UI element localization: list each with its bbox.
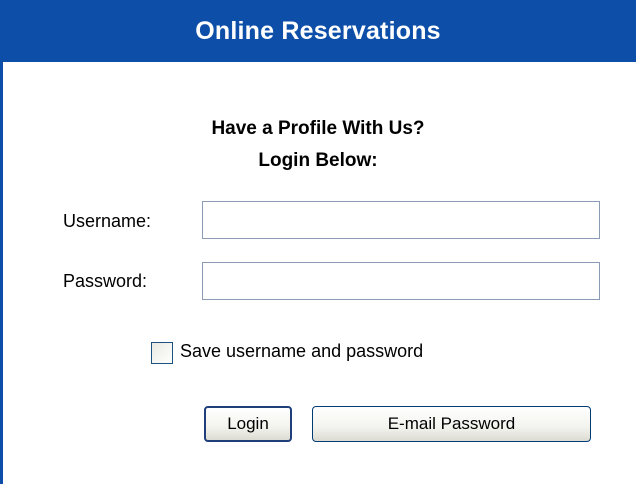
password-label: Password: xyxy=(63,271,148,291)
save-credentials-checkbox[interactable] xyxy=(151,342,173,364)
login-button[interactable]: Login xyxy=(204,406,292,442)
email-password-button[interactable]: E-mail Password xyxy=(312,406,591,442)
password-input[interactable] xyxy=(202,262,600,300)
login-prompt-heading: Have a Profile With Us? xyxy=(211,118,425,139)
page-title: Online Reservations xyxy=(195,16,441,45)
login-prompt-subheading: Login Below: xyxy=(258,150,378,171)
username-label: Username: xyxy=(63,211,152,231)
reservation-login-panel: Online Reservations Have a Profile With … xyxy=(0,0,636,484)
save-credentials-label[interactable]: Save username and password xyxy=(180,341,423,362)
panel-header: Online Reservations xyxy=(0,0,636,62)
username-input[interactable] xyxy=(202,201,600,239)
